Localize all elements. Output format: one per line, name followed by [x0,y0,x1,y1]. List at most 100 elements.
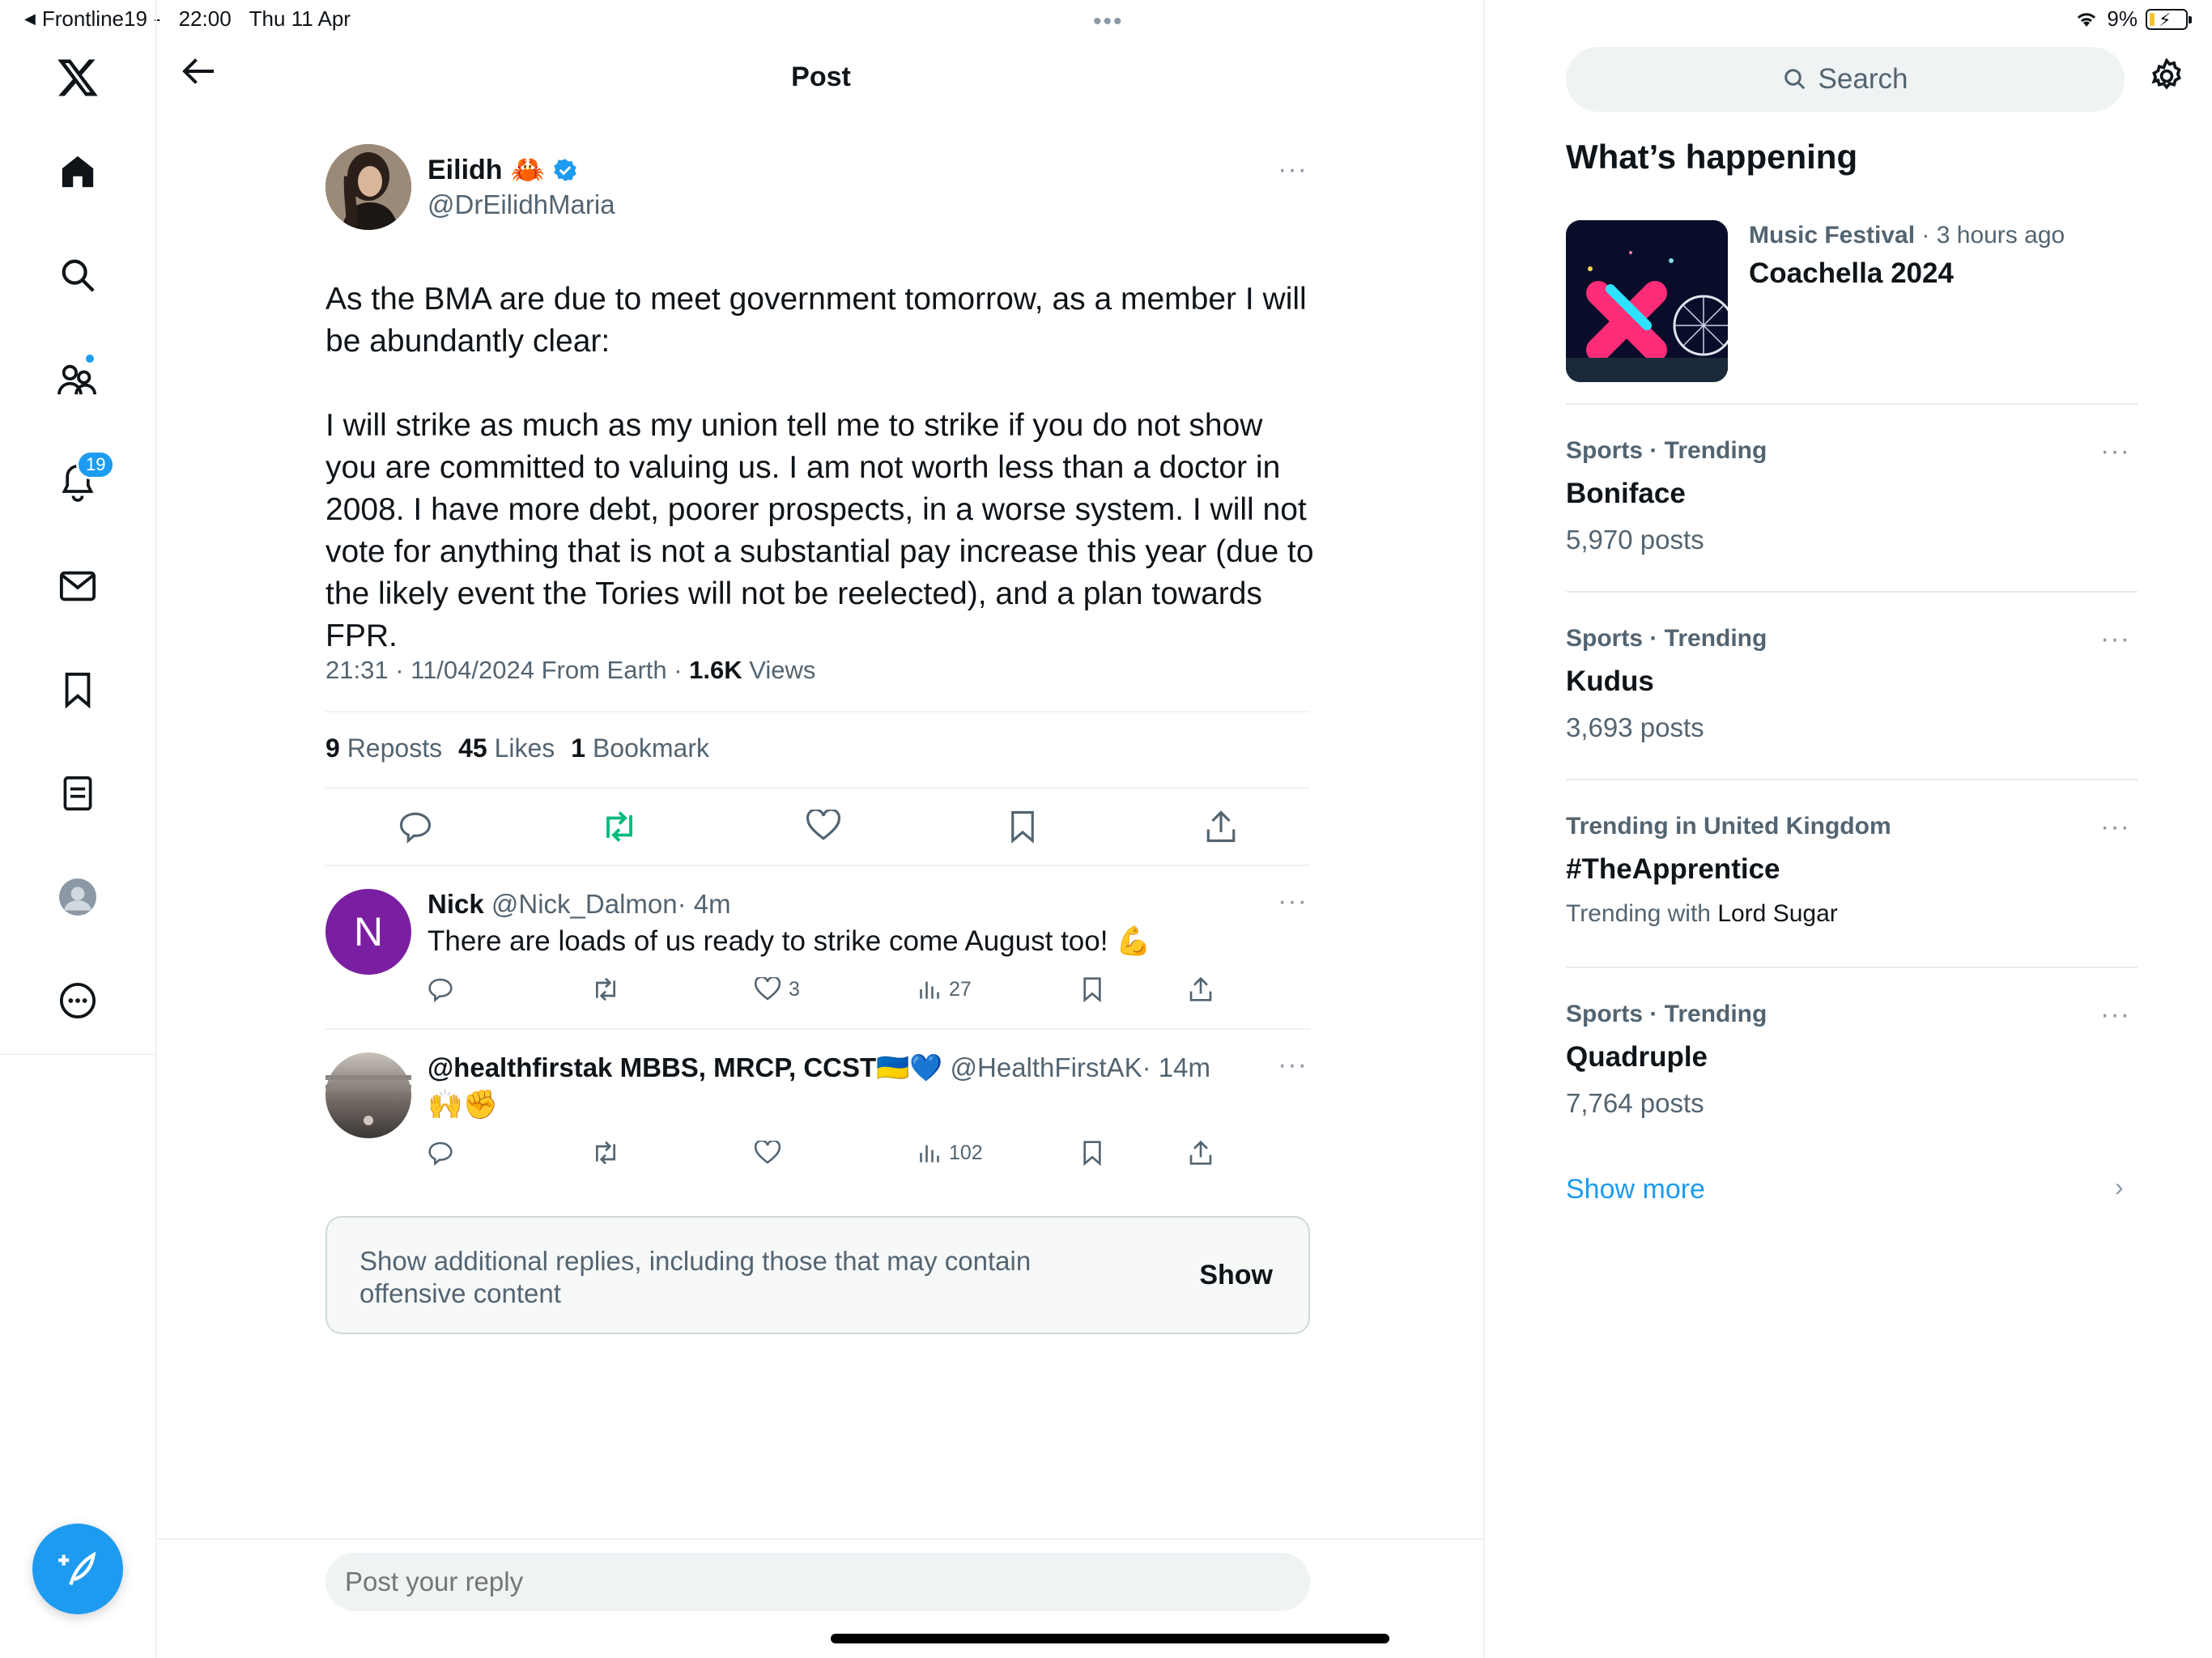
profile-avatar-icon[interactable] [52,871,104,923]
show-additional-replies-panel: Show additional replies, including those… [325,1216,1310,1334]
left-navigation: 19 [0,0,157,1055]
x-logo-icon[interactable] [52,52,104,104]
like-heart-icon[interactable] [806,810,840,842]
settings-gear-icon[interactable] [2149,58,2184,94]
reply-item[interactable]: N Nick @Nick_Dalmon· 4m ··· There are lo… [325,886,1310,1027]
share-icon[interactable] [1205,810,1237,844]
explore-search-icon[interactable] [52,249,104,301]
lists-icon[interactable] [52,767,104,819]
reply-repost-button[interactable] [591,976,755,1002]
trend-post-count: 5,970 posts [1566,525,1704,555]
share-icon [1189,1140,1212,1165]
trend-more-icon[interactable]: ··· [2100,811,2130,843]
reply-share-button[interactable] [1189,1140,1213,1166]
trend-category: Sports · Trending [1566,1001,1767,1027]
reply-time: · 14m [1142,1052,1210,1082]
coachella-thumbnail[interactable] [1566,220,1728,382]
whats-happening-heading: What’s happening [1566,138,1858,176]
reply-author-handle[interactable]: @HealthFirstAK [951,1052,1142,1082]
post-paragraph: I will strike as much as my union tell m… [325,408,1314,653]
show-additional-text: Show additional replies, including those… [359,1246,1032,1308]
post-stats: 9 Reposts 45 Likes 1 Bookmark [325,733,709,763]
post-detail-column: Post Eilidh 🦀 @DrEilidhMaria ··· As the … [157,0,1485,1658]
divider [325,787,1310,789]
reply-like-button[interactable]: 3 [755,976,918,1002]
bookmarks-stat[interactable]: 1 Bookmark [571,733,709,763]
trend-name[interactable]: Kudus [1566,665,1654,698]
reply-author-handle[interactable]: @Nick_Dalmon [491,889,678,919]
post-text: As the BMA are due to meet government to… [325,278,1321,699]
bookmarks-icon[interactable] [52,664,104,716]
reply-reply-button[interactable] [428,976,591,1002]
reply-like-button[interactable] [755,1140,918,1166]
reply-icon[interactable] [398,810,432,844]
home-indicator[interactable] [831,1634,1389,1643]
reply-input[interactable] [325,1553,1310,1611]
divider [325,711,1310,712]
reply-author-name[interactable]: Nick [428,889,484,919]
compose-post-button[interactable] [32,1524,123,1614]
show-button[interactable]: Show [1199,1260,1273,1291]
views-chart-icon [920,981,939,999]
author-handle[interactable]: @DrEilidhMaria [428,189,615,220]
author-avatar[interactable] [325,144,411,230]
communities-icon[interactable] [52,353,104,405]
reply-text: There are loads of us ready to strike co… [428,925,1151,957]
notifications-bell-icon[interactable]: 19 [52,450,116,508]
reply-bookmark-button[interactable] [1082,1140,1189,1166]
reply-action-bar: 3 27 [428,976,1237,1002]
divider [1566,967,2138,968]
repost-icon [596,977,615,1001]
trend-more-icon[interactable]: ··· [2100,436,2130,467]
reply-views-button[interactable]: 102 [918,1140,1082,1166]
author-name[interactable]: Eilidh 🦀 [428,154,577,186]
reposts-stat[interactable]: 9 Reposts [325,733,442,763]
crab-emoji: 🦀 [510,155,545,185]
post-timestamp[interactable]: 21:31 · 11/04/2024 From Earth · [325,656,689,684]
repost-icon[interactable] [601,810,638,844]
trending-with: Trending with Lord Sugar [1566,900,1838,927]
chevron-right-icon: › [2115,1172,2124,1201]
page-title: Post [791,62,851,92]
share-icon [1189,976,1212,1001]
reply-share-button[interactable] [1189,976,1213,1002]
trend-post-count: 7,764 posts [1566,1088,1704,1118]
trend-category: Trending in United Kingdom [1566,813,1891,840]
featured-trend-title[interactable]: Coachella 2024 [1749,257,1954,290]
trend-name[interactable]: Quadruple [1566,1041,1708,1073]
trend-more-icon[interactable]: ··· [2100,999,2130,1031]
reply-repost-button[interactable] [591,1140,755,1166]
views-chart-icon [920,1145,939,1163]
post-more-icon[interactable]: ··· [1278,154,1308,185]
likes-stat[interactable]: 45 Likes [458,733,555,763]
reply-views-button[interactable]: 27 [918,976,1082,1002]
reply-avatar[interactable]: N [325,889,411,975]
reply-more-icon[interactable]: ··· [1278,1049,1308,1081]
search-input[interactable]: Search [1566,47,2125,112]
reply-avatar[interactable] [325,1052,411,1138]
notifications-badge: 19 [76,450,116,479]
more-options-circle-icon[interactable] [52,975,104,1027]
reply-reply-button[interactable] [428,1140,591,1166]
featured-trend-meta: Music Festival · 3 hours ago [1749,222,2065,249]
like-heart-icon [755,1141,781,1164]
feather-plus-icon [58,1551,96,1586]
reply-time: · 4m [677,889,731,919]
battery-percent: 9% [2107,6,2138,31]
reply-item[interactable]: @healthfirstak MBBS, MRCP, CCST🇺🇦💙 @Heal… [325,1049,1310,1190]
messages-envelope-icon[interactable] [52,560,104,612]
status-bar-right: 9% ⚡ [2074,6,2192,32]
home-icon[interactable] [52,146,104,198]
reply-author-name[interactable]: @healthfirstak MBBS, MRCP, CCST🇺🇦💙 [428,1052,942,1082]
divider [1566,779,2138,780]
wifi-icon [2078,12,2096,27]
trend-name[interactable]: Boniface [1566,478,1686,510]
show-more-link[interactable]: Show more [1566,1174,1705,1205]
reply-text: 🙌✊ [428,1089,499,1120]
reply-header: @healthfirstak MBBS, MRCP, CCST🇺🇦💙 @Heal… [428,1052,1210,1084]
bookmark-icon[interactable] [1009,810,1036,844]
reply-more-icon[interactable]: ··· [1278,886,1308,917]
trend-name[interactable]: #TheApprentice [1566,853,1780,886]
reply-bookmark-button[interactable] [1082,976,1189,1002]
trend-more-icon[interactable]: ··· [2100,623,2130,655]
